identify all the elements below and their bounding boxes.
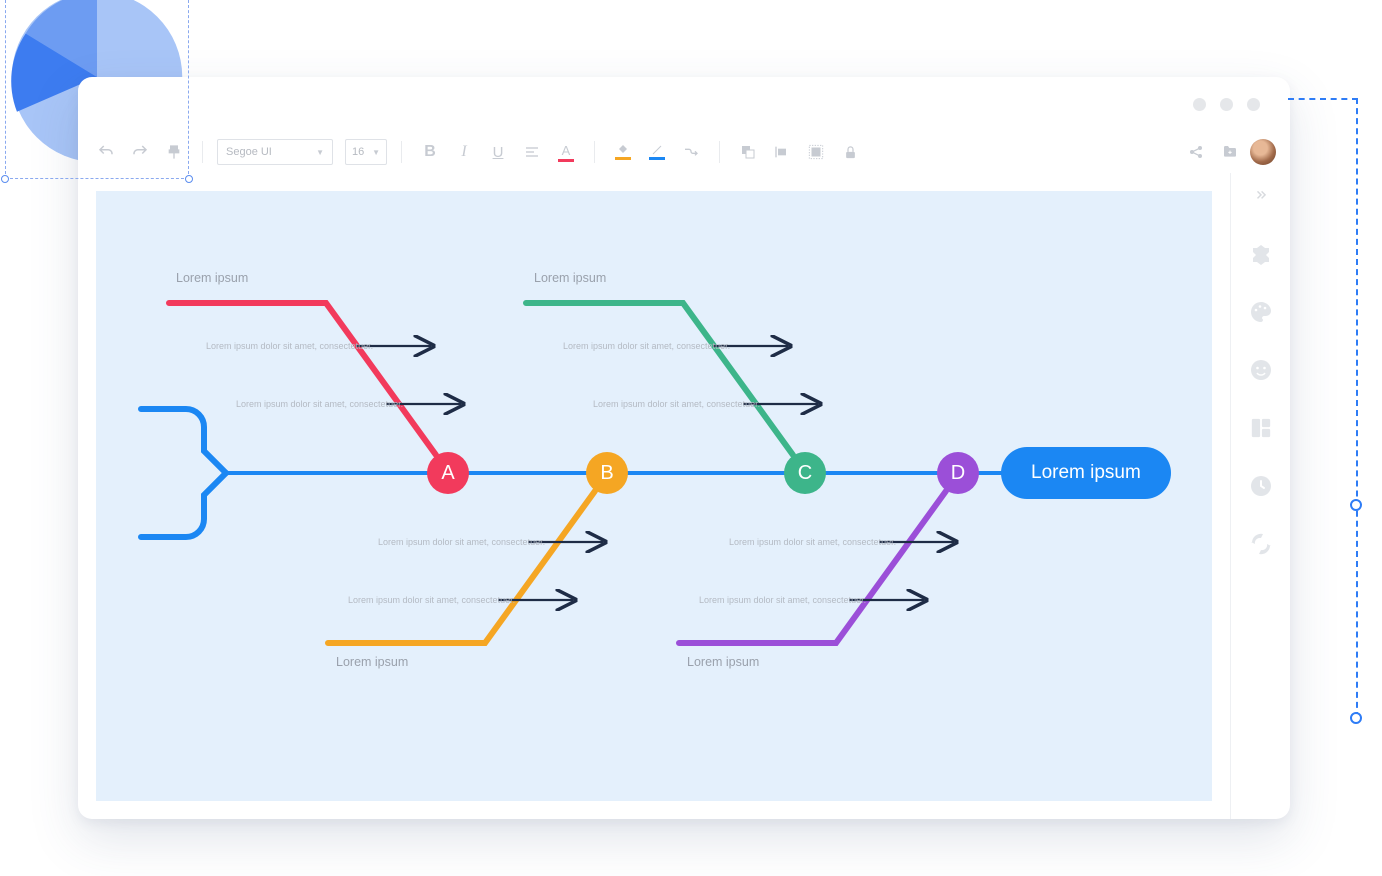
line-color-button[interactable]: [643, 138, 671, 166]
cause-text[interactable]: Lorem ipsum dolor sit amet, consectetuer…: [699, 595, 866, 605]
layout-icon[interactable]: [1248, 415, 1274, 441]
history-icon[interactable]: [1248, 473, 1274, 499]
head-label: Lorem ipsum: [1031, 462, 1141, 484]
bold-button[interactable]: B: [416, 138, 444, 166]
align-button[interactable]: [518, 138, 546, 166]
app-window: Segoe UI ▼ 16 ▼ B I U A: [78, 77, 1290, 819]
lock-button[interactable]: [836, 138, 864, 166]
italic-button[interactable]: I: [450, 138, 478, 166]
font-family-value: Segoe UI: [226, 146, 272, 158]
cause-text[interactable]: Lorem ipsum dolor sit amet, consectetuer…: [348, 595, 515, 605]
branch-label[interactable]: Lorem ipsum: [534, 271, 606, 285]
chevron-down-icon: ▼: [316, 148, 324, 157]
redo-button[interactable]: [126, 138, 154, 166]
guide-line-v: [1356, 98, 1358, 718]
group-button[interactable]: [802, 138, 830, 166]
font-size-select[interactable]: 16 ▼: [345, 139, 387, 165]
user-avatar[interactable]: [1250, 139, 1276, 165]
formatting-toolbar: Segoe UI ▼ 16 ▼ B I U A: [78, 131, 1290, 173]
cause-text[interactable]: Lorem ipsum dolor sit amet, consectetuer…: [206, 341, 373, 351]
chevron-down-icon: ▼: [372, 148, 380, 157]
share-button[interactable]: [1182, 138, 1210, 166]
window-control-max[interactable]: [1220, 98, 1233, 111]
node-b[interactable]: B: [586, 452, 628, 494]
diagram-canvas[interactable]: Lorem ipsum Lorem ipsum Lorem ipsum Lore…: [96, 191, 1212, 801]
font-size-value: 16: [352, 146, 364, 158]
guide-handle[interactable]: [1350, 499, 1362, 511]
fishbone-head[interactable]: Lorem ipsum: [1001, 447, 1171, 499]
window-titlebar: [78, 77, 1290, 131]
cause-text[interactable]: Lorem ipsum dolor sit amet, consectetuer…: [236, 399, 403, 409]
settings-icon[interactable]: [1248, 531, 1274, 557]
collapse-panel-button[interactable]: [1248, 183, 1274, 209]
arrange-button[interactable]: [734, 138, 762, 166]
node-c[interactable]: C: [784, 452, 826, 494]
guide-handle[interactable]: [1350, 712, 1362, 724]
text-color-button[interactable]: A: [552, 138, 580, 166]
distribute-button[interactable]: [768, 138, 796, 166]
right-sidebar: [1230, 173, 1290, 819]
theme-icon[interactable]: [1248, 241, 1274, 267]
window-control-min[interactable]: [1193, 98, 1206, 111]
palette-icon[interactable]: [1248, 299, 1274, 325]
undo-button[interactable]: [92, 138, 120, 166]
cause-text[interactable]: Lorem ipsum dolor sit amet, consectetuer…: [378, 537, 545, 547]
connector-style-button[interactable]: [677, 138, 705, 166]
cause-text[interactable]: Lorem ipsum dolor sit amet, consectetuer…: [593, 399, 760, 409]
window-control-close[interactable]: [1247, 98, 1260, 111]
branch-label[interactable]: Lorem ipsum: [336, 655, 408, 669]
add-folder-button[interactable]: [1216, 138, 1244, 166]
format-painter-button[interactable]: [160, 138, 188, 166]
emoji-icon[interactable]: [1248, 357, 1274, 383]
fill-color-button[interactable]: [609, 138, 637, 166]
guide-line-h: [1288, 98, 1358, 100]
underline-button[interactable]: U: [484, 138, 512, 166]
branch-label[interactable]: Lorem ipsum: [687, 655, 759, 669]
node-a[interactable]: A: [427, 452, 469, 494]
cause-text[interactable]: Lorem ipsum dolor sit amet, consectetuer…: [729, 537, 896, 547]
font-family-select[interactable]: Segoe UI ▼: [217, 139, 333, 165]
branch-label[interactable]: Lorem ipsum: [176, 271, 248, 285]
cause-text[interactable]: Lorem ipsum dolor sit amet, consectetuer…: [563, 341, 730, 351]
node-d[interactable]: D: [937, 452, 979, 494]
